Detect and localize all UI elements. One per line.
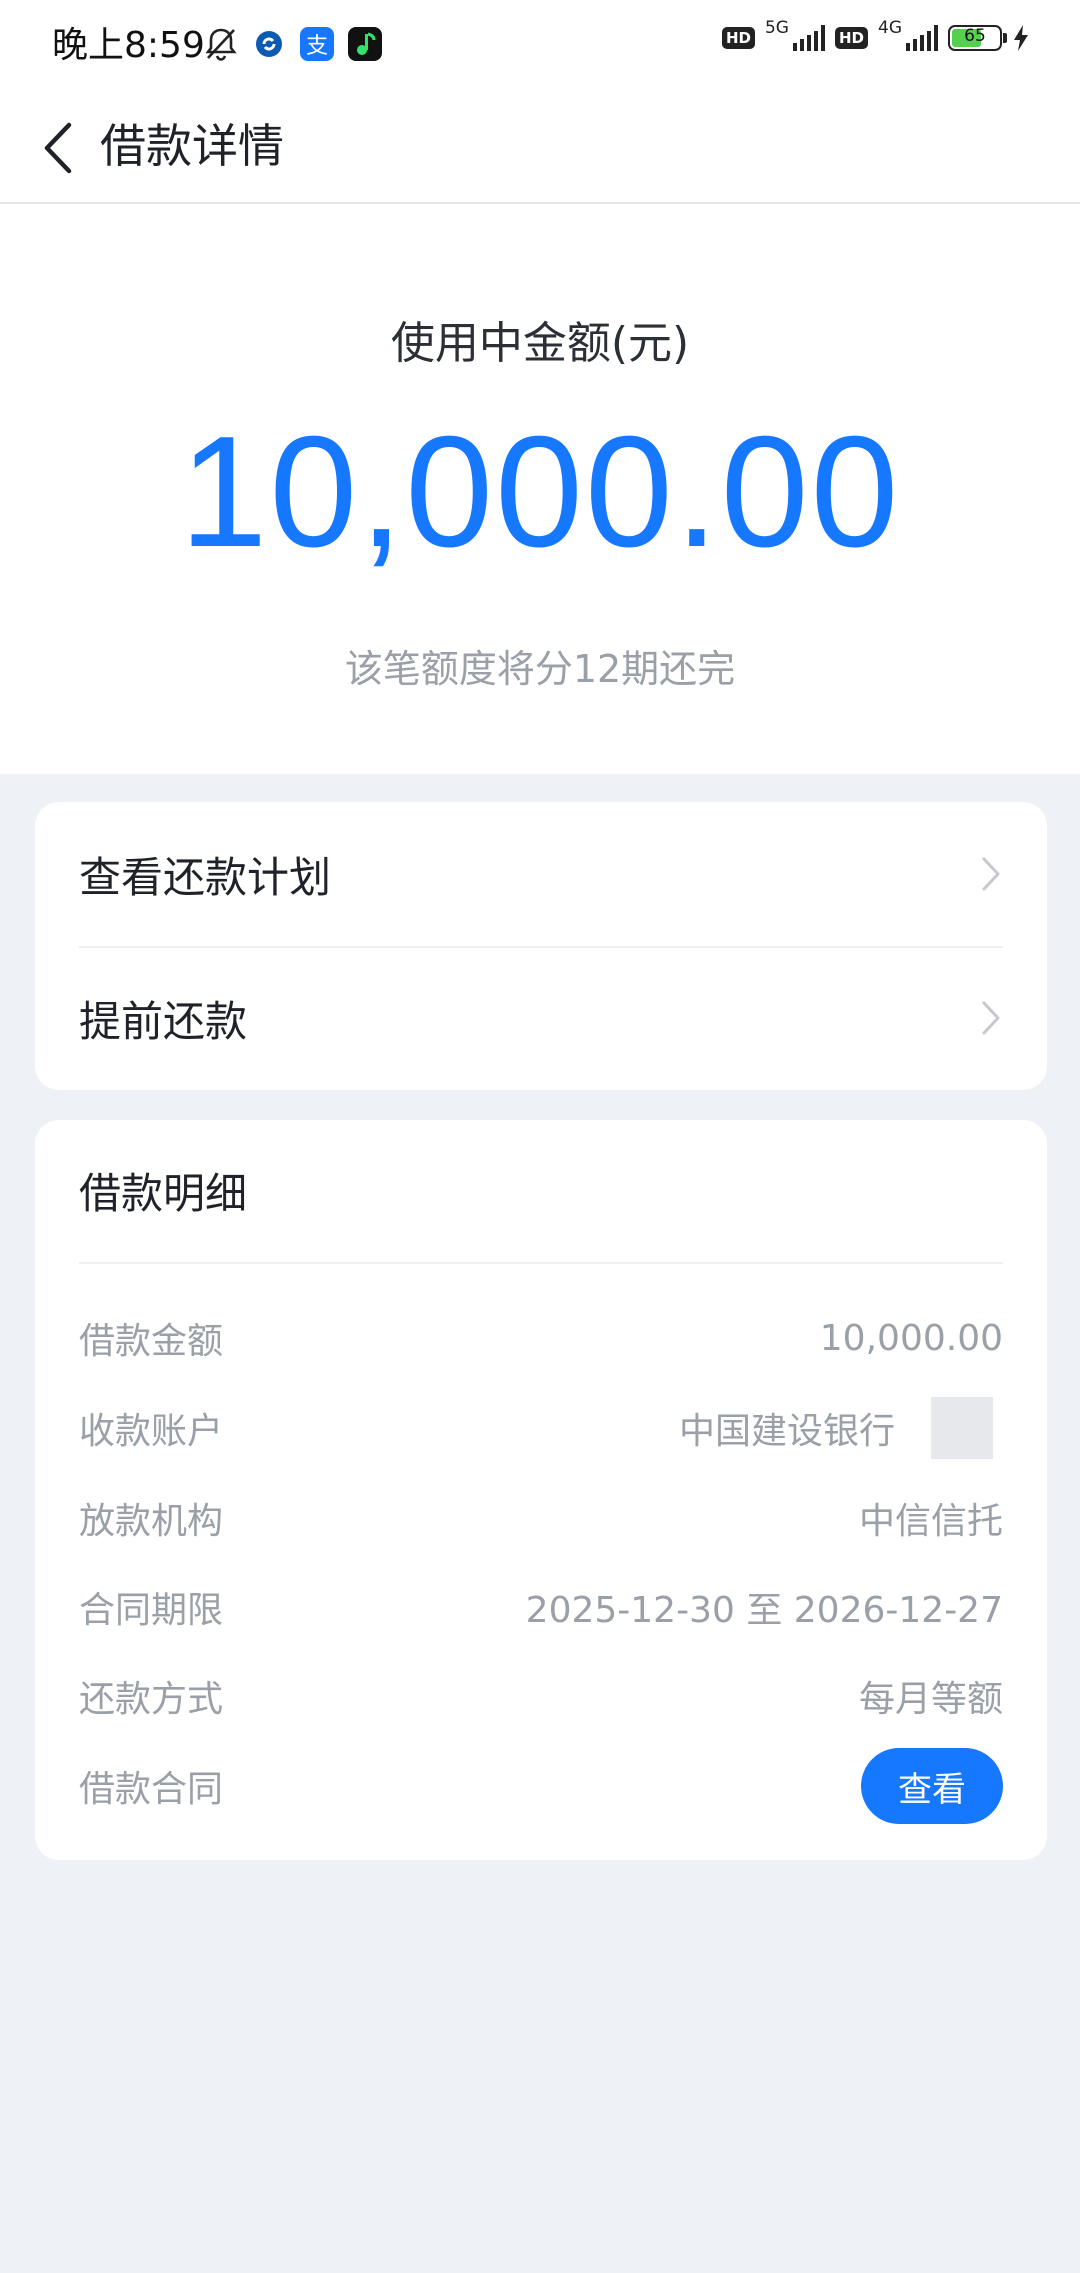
summary-amount: 10,000.00	[179, 404, 901, 580]
detail-key: 还款方式	[79, 1679, 224, 1720]
early-repayment-row[interactable]: 提前还款	[79, 946, 1003, 1090]
detail-value: 10,000.00	[819, 1317, 1003, 1359]
view-contract-button[interactable]: 查看	[861, 1748, 1003, 1824]
page-title: 借款详情	[100, 119, 284, 173]
detail-key: 借款合同	[79, 1769, 224, 1810]
chevron-right-icon	[982, 1001, 1000, 1035]
screen: 晚上8:59 支 HD 5G HD 4G 65 借款详情 使用中金额(元) 10…	[0, 0, 1080, 2273]
back-button[interactable]	[28, 118, 88, 178]
actions-card: 查看还款计划 提前还款	[35, 802, 1047, 1090]
hd-badge: HD	[721, 27, 755, 49]
repayment-plan-row[interactable]: 查看还款计划	[79, 802, 1003, 946]
hd-badge-2: HD	[834, 27, 868, 49]
battery-level: 65	[964, 26, 986, 46]
detail-row-amount: 借款金额 10,000.00	[79, 1303, 1003, 1373]
music-app-icon	[348, 27, 382, 61]
status-bar: 晚上8:59 支 HD 5G HD 4G 65	[0, 0, 1080, 92]
network-4g: 4G	[878, 18, 902, 38]
nav-header: 借款详情	[0, 92, 1080, 204]
redacted-block	[931, 1397, 993, 1459]
repayment-plan-label: 查看还款计划	[79, 852, 332, 902]
detail-value: 每月等额	[858, 1679, 1003, 1720]
divider	[79, 1262, 1003, 1264]
summary-label: 使用中金额(元)	[390, 318, 690, 369]
detail-value: 2025-12-30 至 2026-12-27	[525, 1590, 1003, 1631]
detail-key: 借款金额	[79, 1321, 224, 1362]
detail-row-account: 收款账户 中国建设银行	[79, 1393, 1003, 1463]
detail-row-term: 合同期限 2025-12-30 至 2026-12-27	[79, 1572, 1003, 1642]
detail-key: 放款机构	[79, 1501, 224, 1542]
detail-row-contract: 借款合同 查看	[79, 1748, 1003, 1824]
status-left-icons: 支	[204, 26, 382, 62]
bank-app-icon	[252, 27, 286, 61]
early-repayment-label: 提前还款	[79, 996, 248, 1046]
battery-icon: 65	[948, 25, 1007, 51]
network-5g: 5G	[764, 18, 789, 38]
alipay-app-icon: 支	[300, 27, 334, 61]
bell-off-icon	[205, 28, 237, 61]
status-right: HD 5G HD 4G 65	[721, 18, 1030, 52]
summary-subtitle: 该笔额度将分12期还完	[344, 647, 736, 691]
status-time: 晚上8:59	[52, 25, 205, 66]
chevron-left-icon	[44, 122, 72, 174]
detail-row-lender: 放款机构 中信信托	[79, 1483, 1003, 1553]
signal-icon-2	[906, 25, 938, 51]
detail-key: 合同期限	[79, 1590, 224, 1631]
chevron-right-icon	[982, 857, 1000, 891]
signal-icon	[792, 25, 825, 51]
detail-row-method: 还款方式 每月等额	[79, 1661, 1003, 1731]
detail-value: 中国建设银行	[678, 1411, 895, 1452]
loan-details-card: 借款明细 借款金额 10,000.00 收款账户 中国建设银行 放款机构 中信信…	[35, 1120, 1047, 1860]
charging-icon	[1014, 25, 1028, 51]
loan-summary: 使用中金额(元) 10,000.00 该笔额度将分12期还完	[0, 204, 1080, 774]
detail-key: 收款账户	[79, 1411, 224, 1452]
details-title: 借款明细	[79, 1169, 248, 1218]
detail-value: 中信信托	[858, 1501, 1003, 1542]
